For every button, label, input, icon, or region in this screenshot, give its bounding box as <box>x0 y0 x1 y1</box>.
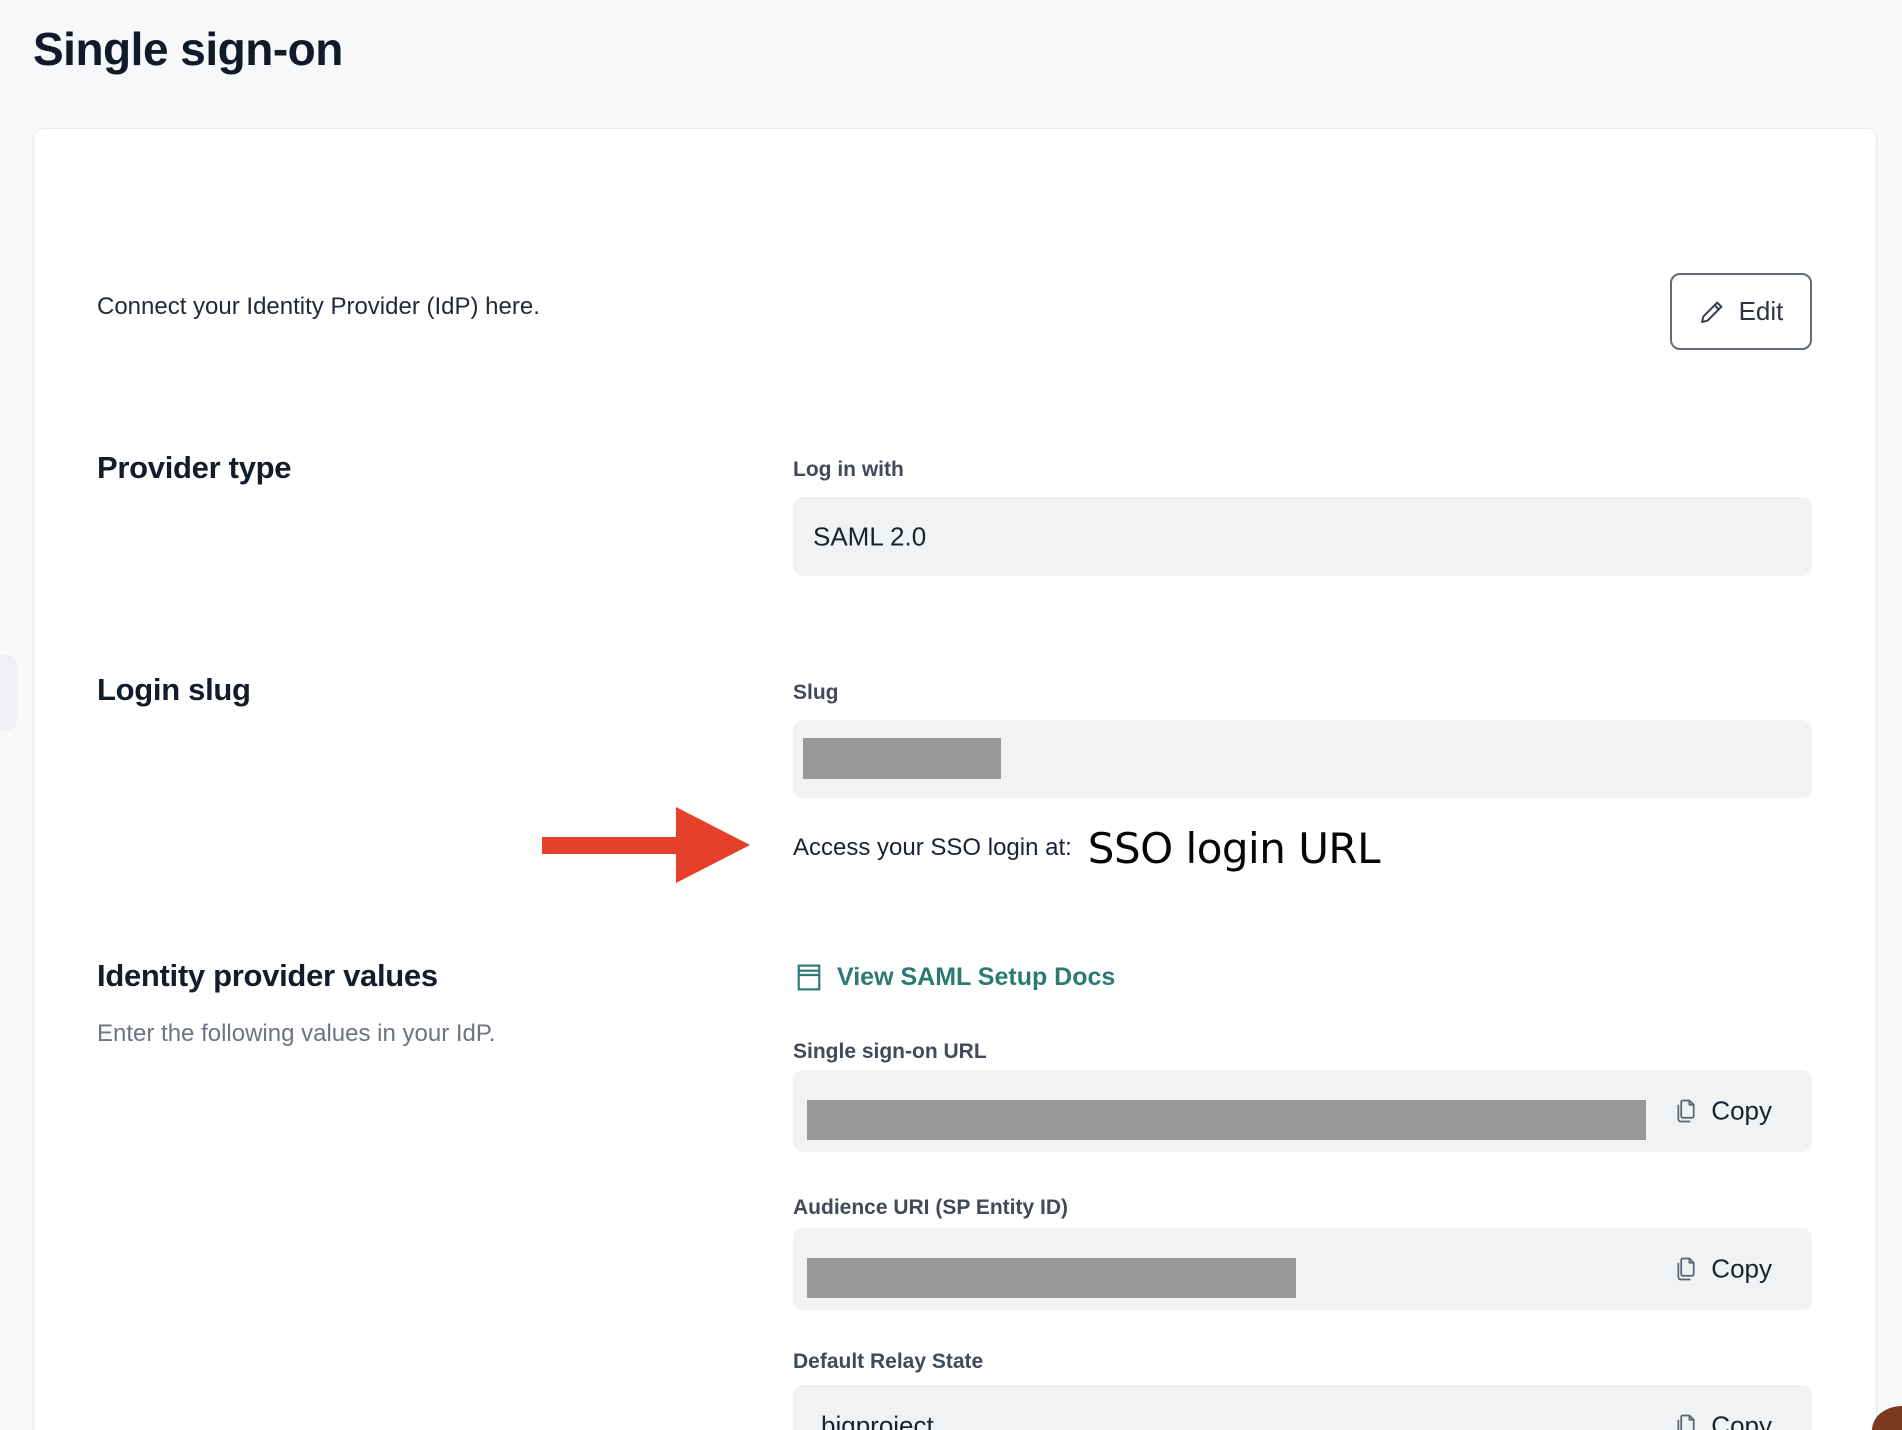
left-edge-handle[interactable] <box>0 655 17 730</box>
copy-button-label: Copy <box>1711 1411 1772 1430</box>
red-arrow-icon <box>540 806 752 884</box>
copy-pages-icon <box>1675 1098 1698 1125</box>
document-icon <box>797 964 821 991</box>
sso-url-field: Copy <box>793 1070 1812 1152</box>
copy-pages-icon <box>1675 1256 1698 1283</box>
audience-uri-label: Audience URI (SP Entity ID) <box>793 1196 1068 1220</box>
login-slug-heading: Login slug <box>97 672 251 708</box>
slug-redacted-value <box>803 738 1001 779</box>
pencil-icon <box>1699 298 1726 325</box>
slug-field <box>793 720 1812 798</box>
copy-button-label: Copy <box>1711 1254 1772 1285</box>
idp-values-heading: Identity provider values <box>97 958 438 994</box>
copy-sso-url-button[interactable]: Copy <box>1675 1096 1772 1127</box>
edit-button[interactable]: Edit <box>1670 273 1812 350</box>
access-login-row: Access your SSO login at: SSO login URL <box>793 820 1380 876</box>
sso-settings-page: Single sign-on Connect your Identity Pro… <box>0 0 1902 1430</box>
copy-pages-icon <box>1675 1413 1698 1430</box>
provider-type-value: SAML 2.0 <box>813 521 926 552</box>
slug-label: Slug <box>793 681 839 705</box>
relay-state-value: bigproject <box>821 1411 934 1430</box>
relay-state-label: Default Relay State <box>793 1350 983 1374</box>
provider-type-heading: Provider type <box>97 450 291 486</box>
audience-uri-redacted-value <box>807 1258 1296 1298</box>
saml-docs-link[interactable]: View SAML Setup Docs <box>797 963 1115 992</box>
sso-url-label: Single sign-on URL <box>793 1040 987 1064</box>
edit-button-label: Edit <box>1739 296 1784 327</box>
login-with-label: Log in with <box>793 458 904 482</box>
idp-values-subheading: Enter the following values in your IdP. <box>97 1020 495 1048</box>
copy-button-label: Copy <box>1711 1096 1772 1127</box>
saml-docs-link-label: View SAML Setup Docs <box>837 963 1115 992</box>
intro-text: Connect your Identity Provider (IdP) her… <box>97 293 540 321</box>
copy-relay-state-button[interactable]: Copy <box>1675 1411 1772 1430</box>
relay-state-field: bigproject Copy <box>793 1385 1812 1430</box>
page-title: Single sign-on <box>33 22 343 76</box>
provider-type-field: SAML 2.0 <box>793 497 1812 576</box>
copy-audience-uri-button[interactable]: Copy <box>1675 1254 1772 1285</box>
sso-url-redacted-value <box>807 1100 1646 1140</box>
access-login-text: Access your SSO login at: <box>793 834 1072 862</box>
audience-uri-field: Copy <box>793 1228 1812 1310</box>
sso-login-url-annotation: SSO login URL <box>1088 824 1380 873</box>
